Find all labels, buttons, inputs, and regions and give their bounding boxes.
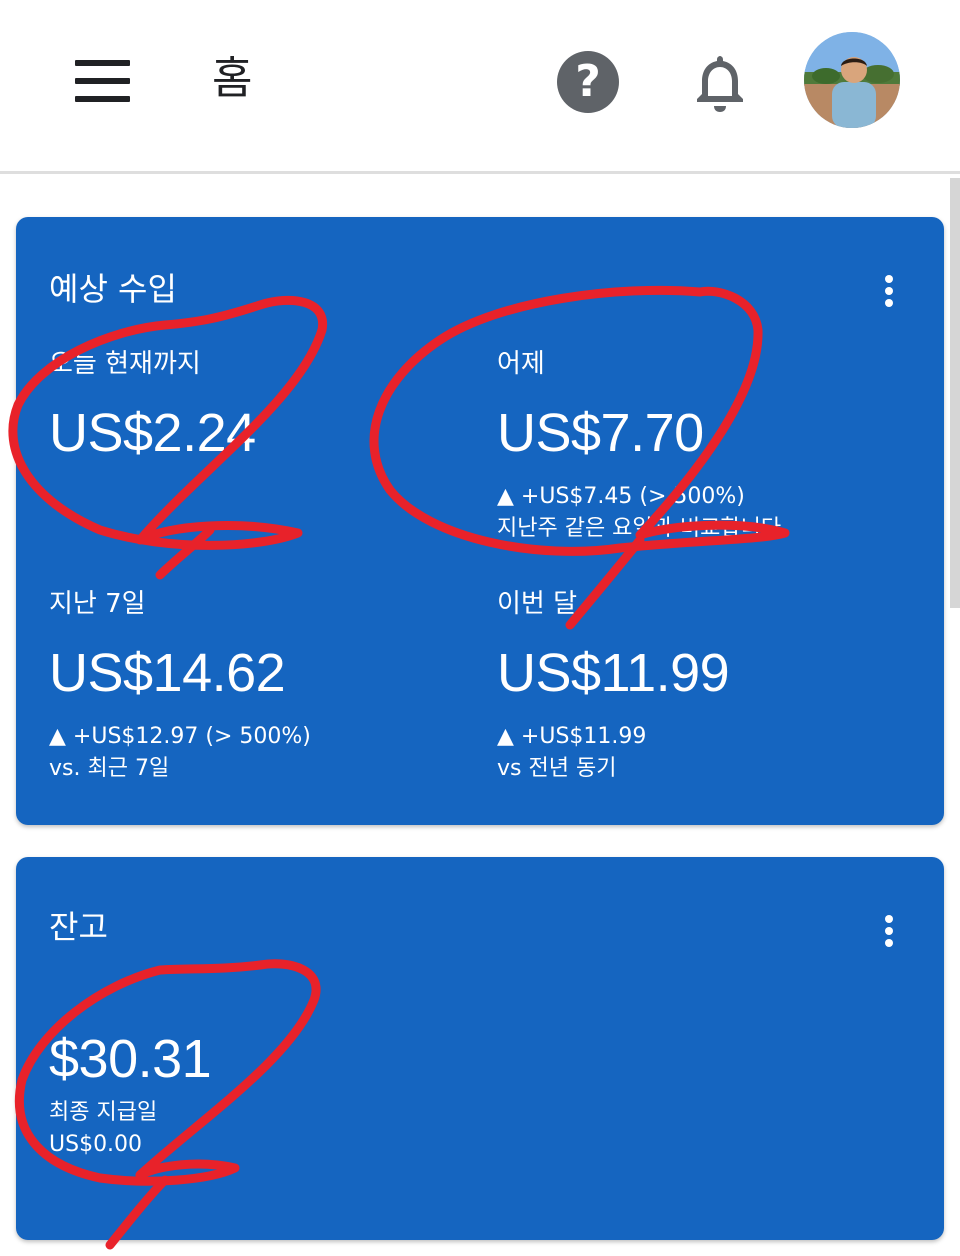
this-month-value: US$11.99	[497, 643, 730, 703]
estimated-earnings-card: 예상 수입 오늘 현재까지 US$2.24 어제 US$7.70 ▲ +US$7…	[16, 217, 944, 825]
earnings-card-title: 예상 수입	[49, 270, 177, 308]
balance-card-title: 잔고	[49, 908, 108, 946]
yesterday-value: US$7.70	[497, 403, 704, 463]
today-label: 오늘 현재까지	[49, 349, 201, 379]
yesterday-note: 지난주 같은 요일과 비교합니다.	[497, 516, 789, 541]
today-earnings: 오늘 현재까지 US$2.24	[49, 347, 256, 465]
yesterday-change: ▲ +US$7.45 (> 500%)	[497, 484, 745, 509]
this-month-change: ▲ +US$11.99	[497, 724, 647, 749]
yesterday-label: 어제	[497, 349, 545, 379]
this-month-earnings: 이번 달 US$11.99 ▲ +US$11.99 vs 전년 동기	[497, 587, 730, 785]
yesterday-earnings: 어제 US$7.70 ▲ +US$7.45 (> 500%) 지난주 같은 요일…	[497, 347, 788, 545]
scrollbar[interactable]	[950, 178, 960, 608]
help-icon[interactable]: ?	[557, 51, 619, 113]
last-7-days-change: ▲ +US$12.97 (> 500%)	[49, 724, 311, 749]
last-7-days-label: 지난 7일	[49, 589, 146, 619]
last-payment-value: US$0.00	[49, 1132, 143, 1157]
last-7-days-earnings: 지난 7일 US$14.62 ▲ +US$12.97 (> 500%) vs. …	[49, 587, 311, 785]
last-7-days-value: US$14.62	[49, 643, 286, 703]
this-month-note: vs 전년 동기	[497, 756, 617, 781]
app-bar: 홈 ?	[0, 0, 960, 174]
more-options-icon[interactable]	[874, 269, 904, 313]
menu-icon[interactable]	[62, 50, 142, 112]
balance-info: $30.31 최종 지급일 US$0.00	[49, 1007, 212, 1161]
last-payment-label: 최종 지급일	[49, 1100, 158, 1125]
bell-icon[interactable]	[688, 50, 752, 116]
today-value: US$2.24	[49, 403, 256, 463]
avatar[interactable]	[804, 32, 900, 128]
page-title: 홈	[212, 53, 253, 104]
balance-value: $30.31	[49, 1029, 212, 1089]
more-options-icon[interactable]	[874, 909, 904, 953]
this-month-label: 이번 달	[497, 589, 578, 619]
balance-card: 잔고 $30.31 최종 지급일 US$0.00	[16, 857, 944, 1240]
last-7-days-note: vs. 최근 7일	[49, 756, 170, 781]
